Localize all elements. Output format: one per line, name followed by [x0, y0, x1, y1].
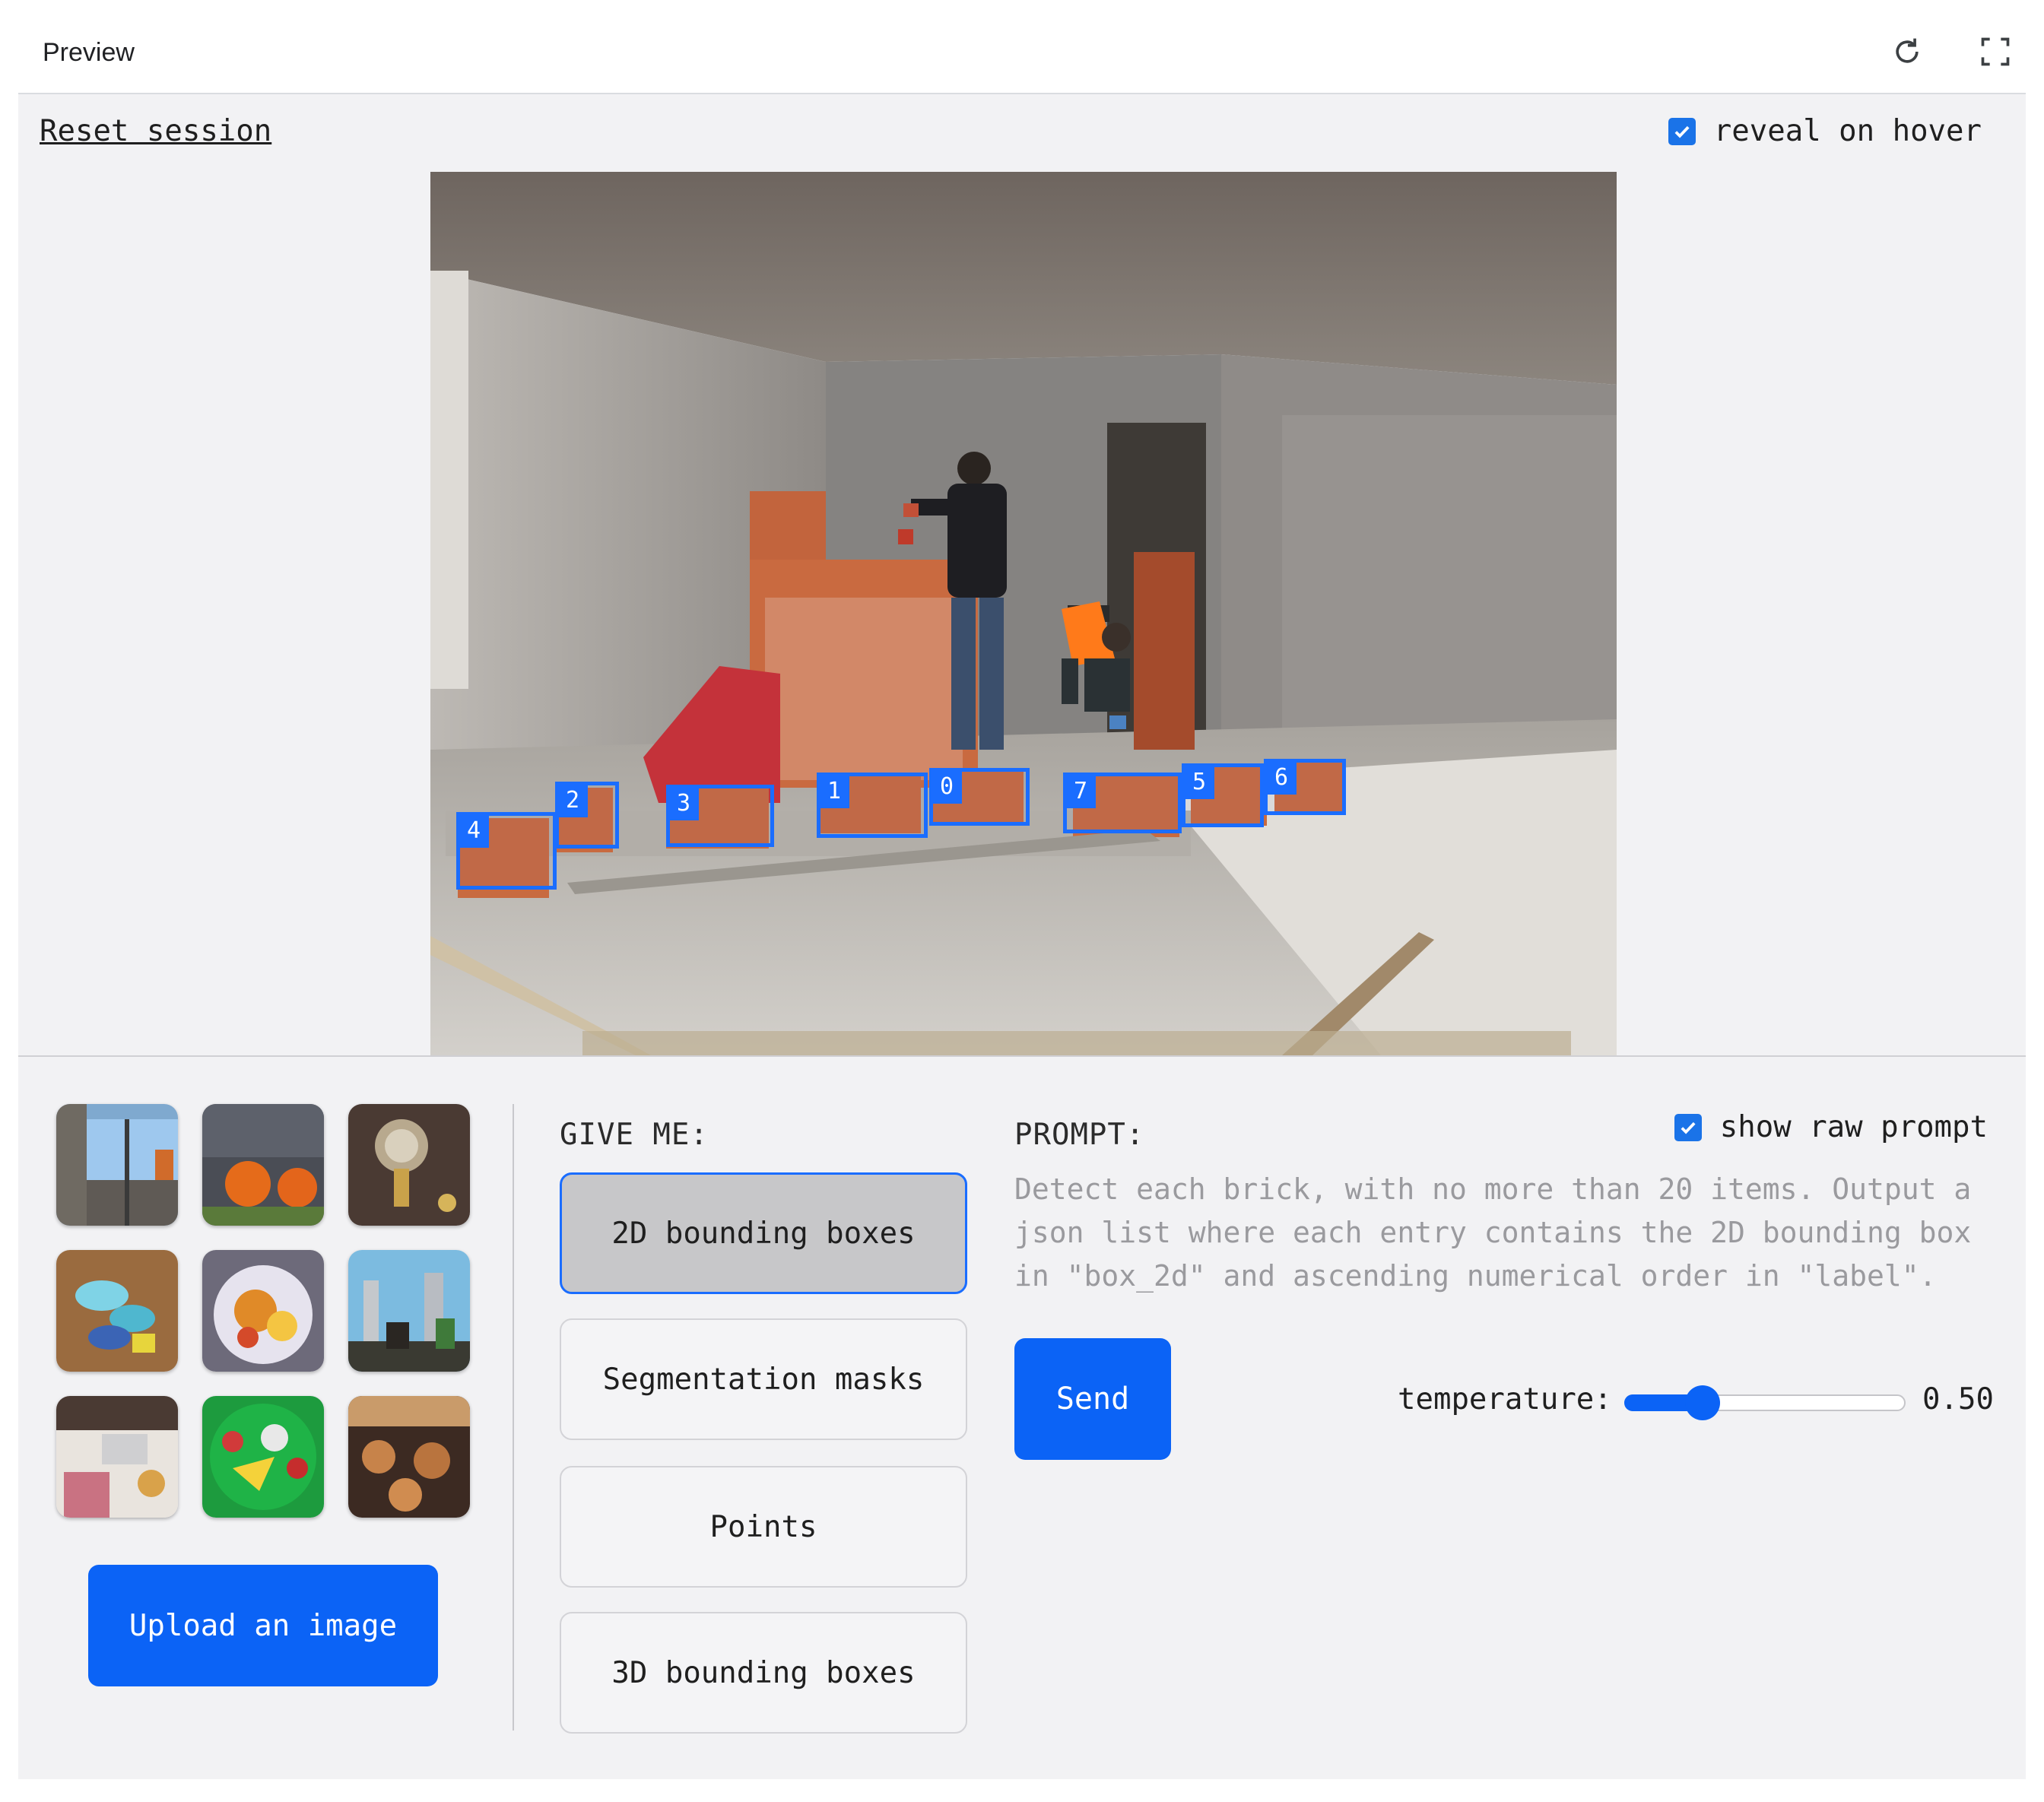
temperature-label: temperature: — [1398, 1382, 1612, 1417]
show-raw-prompt-toggle[interactable]: show raw prompt — [1674, 1110, 1988, 1144]
detection-label: 1 — [819, 775, 849, 808]
thumbnail-socks[interactable] — [56, 1250, 178, 1372]
upload-image-button[interactable]: Upload an image — [88, 1565, 438, 1686]
detection-box-4[interactable]: 4 — [456, 812, 557, 890]
give-me-label: GIVE ME: — [560, 1118, 709, 1152]
thumbnail-food-plate[interactable] — [202, 1250, 324, 1372]
detection-box-3[interactable]: 3 — [666, 785, 774, 847]
prompt-textarea[interactable]: Detect each brick, with no more than 20 … — [1014, 1168, 2003, 1298]
top-bar: Reset session reveal on hover — [18, 94, 2026, 170]
preview-header: Preview — [18, 0, 2026, 94]
detection-label: 6 — [1266, 761, 1297, 795]
thumbnail-pumpkins[interactable] — [202, 1104, 324, 1226]
detection-box-1[interactable]: 1 — [817, 773, 928, 838]
control-panel: Upload an image GIVE ME: 2D bounding box… — [18, 1057, 2026, 1779]
thumbnail-green-plate[interactable] — [202, 1396, 324, 1518]
mode-3d-bounding-boxes[interactable]: 3D bounding boxes — [560, 1612, 967, 1734]
detection-label: 3 — [668, 787, 699, 820]
thumbnail-ornament[interactable] — [348, 1104, 470, 1226]
mode-2d-bounding-boxes[interactable]: 2D bounding boxes — [560, 1172, 967, 1294]
thumbnail-desk-items[interactable] — [56, 1396, 178, 1518]
slider-knob[interactable] — [1685, 1385, 1720, 1420]
temperature-value: 0.50 — [1922, 1382, 1994, 1417]
thumbnail-bakery[interactable] — [348, 1396, 470, 1518]
fullscreen-icon[interactable] — [1974, 30, 2017, 73]
reveal-label: reveal on hover — [1713, 114, 1982, 148]
detection-box-0[interactable]: 0 — [929, 768, 1030, 826]
detection-box-7[interactable]: 7 — [1063, 773, 1182, 833]
reveal-checkbox[interactable] — [1668, 117, 1696, 145]
thumbnail-window-view[interactable] — [56, 1104, 178, 1226]
detection-label: 7 — [1065, 775, 1096, 808]
temperature-slider[interactable] — [1624, 1385, 1907, 1420]
mode-segmentation-masks[interactable]: Segmentation masks — [560, 1318, 967, 1440]
panel-divider — [513, 1104, 514, 1731]
image-preview-area: 4 2 3 1 0 7 5 6 — [18, 170, 2026, 1057]
detection-box-2[interactable]: 2 — [555, 782, 619, 849]
preview-title: Preview — [43, 38, 135, 67]
raw-prompt-label: show raw prompt — [1719, 1110, 1988, 1144]
detection-label: 2 — [557, 784, 588, 817]
thumbnail-cat-window[interactable] — [348, 1250, 470, 1372]
send-button[interactable]: Send — [1014, 1338, 1171, 1460]
detection-box-6[interactable]: 6 — [1264, 759, 1346, 815]
detection-label: 0 — [932, 770, 962, 804]
detection-label: 4 — [459, 814, 489, 848]
prompt-label: PROMPT: — [1014, 1118, 1145, 1152]
construction-scene-image: 4 2 3 1 0 7 5 6 — [430, 172, 1617, 1055]
refresh-icon[interactable] — [1886, 30, 1928, 73]
reveal-on-hover-toggle[interactable]: reveal on hover — [1668, 114, 1982, 148]
raw-prompt-checkbox[interactable] — [1674, 1113, 1702, 1141]
detection-label: 5 — [1184, 766, 1214, 799]
mode-points[interactable]: Points — [560, 1466, 967, 1588]
detection-box-5[interactable]: 5 — [1182, 763, 1264, 827]
reset-session-link[interactable]: Reset session — [40, 114, 271, 148]
app-panel: Reset session reveal on hover 4 2 3 1 0 … — [18, 94, 2026, 1779]
